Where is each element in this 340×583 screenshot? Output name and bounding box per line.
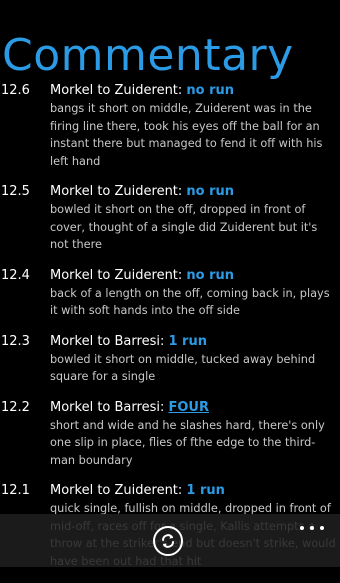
page-title: Commentary [2,30,294,81]
ball-result: no run [186,184,235,199]
over-number: 12.4 [1,267,30,283]
ball-result: no run [186,83,235,98]
ball-headline: Morkel to Zuiderent: no run [50,267,336,285]
commentary-entry[interactable]: 12.3 Morkel to Barresi: 1 run bowled it … [0,333,340,386]
ball-result: 1 run [168,333,207,349]
ball-result: no run [186,267,235,283]
ball-headline: Morkel to Zuiderent: no run [50,183,336,201]
commentary-entry[interactable]: 12.6 Morkel to Zuiderent: no run bangs i… [0,82,340,170]
ellipsis-icon [300,526,304,530]
ball-description: bowled it short on the off, dropped in f… [50,203,318,251]
ball-headline: Morkel to Barresi: FOUR [50,399,336,417]
ball-headline: Morkel to Zuiderent: 1 run [50,482,336,500]
ball-headline: Morkel to Zuiderent: no run [50,82,336,100]
ball-description: bowled it short on middle, tucked away b… [50,352,316,384]
over-number: 12.1 [1,483,30,498]
ellipsis-icon [310,526,314,530]
commentary-list: 12.6 Morkel to Zuiderent: no run bangs i… [0,82,340,583]
bowler-to-batsman: Morkel to Barresi: [50,399,169,415]
commentary-entry[interactable]: 12.5 Morkel to Zuiderent: no run bowled … [0,183,340,254]
bowler-to-batsman: Morkel to Zuiderent: [50,483,187,498]
over-number: 12.5 [1,184,30,199]
refresh-icon [162,534,174,548]
ball-description: short and wide and he slashes hard, ther… [50,418,325,467]
ball-result: 1 run [186,483,225,498]
ball-description: bangs it short on middle, Zuiderent was … [50,102,323,168]
commentary-entry[interactable]: 12.4 Morkel to Zuiderent: no run back of… [0,267,340,320]
commentary-entry[interactable]: 12.2 Morkel to Barresi: FOUR short and w… [0,399,340,470]
bowler-to-batsman: Morkel to Zuiderent: [50,184,187,199]
over-number: 12.3 [1,333,30,349]
ball-result: FOUR [168,399,209,415]
ellipsis-icon [320,526,324,530]
ball-headline: Morkel to Barresi: 1 run [50,333,336,351]
ball-description: back of a length on the off, coming back… [50,286,330,318]
over-number: 12.2 [1,399,30,415]
more-button[interactable] [300,522,324,534]
bowler-to-batsman: Morkel to Zuiderent: [50,83,187,98]
bowler-to-batsman: Morkel to Zuiderent: [50,267,187,283]
over-number: 12.6 [1,83,30,98]
app-bar [0,514,340,567]
bowler-to-batsman: Morkel to Barresi: [50,333,169,349]
refresh-button[interactable] [153,526,183,556]
